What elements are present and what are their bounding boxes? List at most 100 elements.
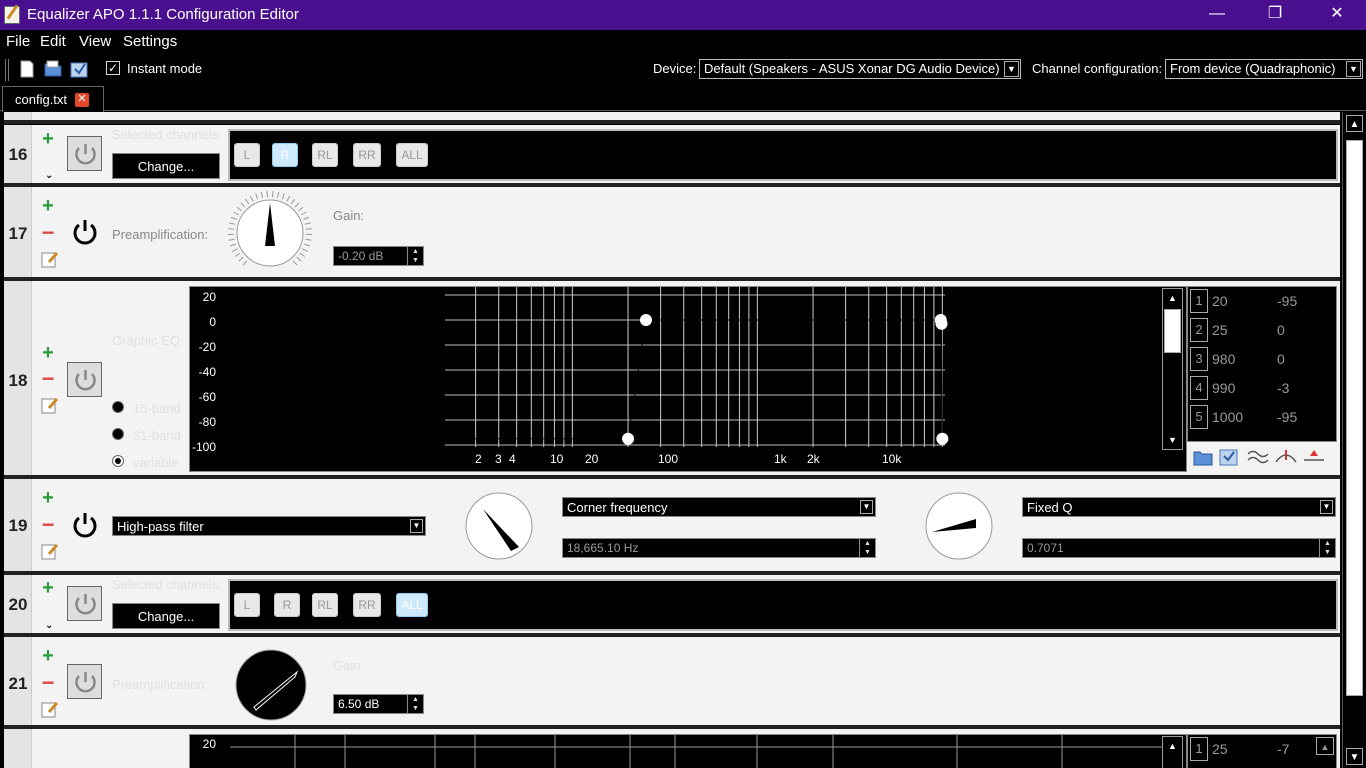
scroll-up-icon[interactable]: ▲ (1164, 290, 1181, 306)
remove-filter-icon[interactable]: − (41, 368, 55, 390)
scroll-down-icon[interactable]: ▼ (1164, 432, 1181, 448)
change-channels-button[interactable]: Change... (112, 153, 220, 179)
channel-button-r[interactable]: R (274, 593, 300, 617)
radio-15-band[interactable] (112, 401, 124, 413)
band-handle[interactable] (639, 314, 652, 326)
edit-notepad-icon[interactable] (41, 542, 59, 560)
menu-file[interactable]: File (6, 33, 30, 50)
menu-edit[interactable]: Edit (40, 33, 66, 50)
scroll-up-icon[interactable]: ▲ (1164, 738, 1181, 754)
tab-close-icon[interactable]: ✕ (75, 93, 89, 107)
q-mode-select[interactable]: Fixed Q ▼ (1022, 497, 1336, 517)
remove-filter-icon[interactable]: − (41, 222, 55, 244)
channel-button-l[interactable]: L (234, 593, 260, 617)
close-button[interactable]: ✕ (1308, 0, 1366, 30)
gain-dial[interactable] (231, 645, 311, 725)
graphic-eq-plot[interactable] (230, 735, 1162, 768)
remove-filter-icon[interactable]: − (41, 672, 55, 694)
band-row[interactable]: 2 25 0 (1190, 316, 1330, 342)
channel-button-rr[interactable]: RR (353, 143, 381, 167)
add-filter-icon[interactable]: + (41, 343, 55, 363)
channel-button-rl[interactable]: RL (312, 593, 338, 617)
new-file-icon[interactable] (18, 60, 36, 78)
add-filter-icon[interactable]: + (41, 646, 55, 666)
add-filter-icon[interactable]: + (41, 488, 55, 508)
scroll-down-icon[interactable]: ▼ (1346, 748, 1363, 765)
channel-button-all[interactable]: ALL (396, 143, 428, 167)
minimize-button[interactable]: — (1188, 0, 1246, 30)
channel-button-r[interactable]: R (272, 143, 298, 167)
add-filter-icon[interactable]: + (41, 578, 55, 598)
device-select[interactable]: Default (Speakers - ASUS Xonar DG Audio … (699, 59, 1021, 79)
eq-plot-scrollbar[interactable]: ▲ ▼ (1162, 288, 1183, 450)
gain-spinbox[interactable]: -0.20 dB ▲ ▼ (333, 246, 424, 266)
filter-type-value: High-pass filter (117, 519, 204, 534)
power-icon[interactable] (70, 510, 100, 540)
power-toggle-button[interactable] (67, 664, 102, 699)
add-filter-icon[interactable]: + (41, 129, 55, 149)
band-row[interactable]: 3 980 0 (1190, 345, 1330, 371)
band-handle[interactable] (622, 432, 635, 445)
menu-settings[interactable]: Settings (123, 33, 177, 50)
spin-arrows-icon[interactable]: ▲ ▼ (407, 247, 423, 265)
band-row[interactable]: 1 20 -95 (1190, 287, 1330, 313)
import-folder-icon[interactable] (1193, 448, 1213, 466)
restore-button[interactable]: ❐ (1246, 0, 1304, 30)
edit-notepad-icon[interactable] (41, 700, 59, 718)
spin-arrows-icon[interactable]: ▲ ▼ (1319, 539, 1335, 557)
change-channels-button[interactable]: Change... (112, 603, 220, 629)
radio-31-band[interactable] (112, 428, 124, 440)
edit-notepad-icon[interactable] (41, 250, 59, 268)
power-toggle-button[interactable] (67, 586, 102, 621)
device-select-value: Default (Speakers - ASUS Xonar DG Audio … (704, 61, 1000, 76)
frequency-spinbox[interactable]: 18,665.10 Hz ▲ ▼ (562, 538, 876, 558)
gain-spinbox[interactable]: 6.50 dB ▲ ▼ (333, 694, 424, 714)
frequency-dial[interactable] (464, 491, 534, 561)
gain-dial[interactable] (226, 189, 314, 277)
reset-response-icon[interactable] (1303, 448, 1325, 466)
chevron-expand-icon[interactable]: ⌄ (45, 620, 53, 631)
band-row[interactable]: 1 25 -7 (1190, 735, 1330, 761)
row-number: 20 (4, 575, 32, 633)
edit-notepad-icon[interactable] (41, 396, 59, 414)
q-spinbox[interactable]: 0.7071 ▲ ▼ (1022, 538, 1336, 558)
power-toggle-button[interactable] (67, 362, 102, 397)
open-folder-icon[interactable] (44, 60, 62, 78)
remove-filter-icon[interactable]: − (41, 514, 55, 536)
power-icon[interactable] (70, 217, 100, 247)
invert-response-icon[interactable] (1247, 448, 1269, 466)
band-row[interactable]: 4 990 -3 (1190, 374, 1330, 400)
band-handle[interactable] (935, 317, 948, 330)
graphic-eq-panel: 20 0 -20 -40 -60 -80 -100 2 3 4 10 20 10… (189, 286, 1187, 472)
scroll-thumb[interactable] (1164, 309, 1181, 353)
scroll-thumb[interactable] (1346, 140, 1363, 696)
graphic-eq-plot[interactable] (230, 287, 1162, 447)
chevron-expand-icon[interactable]: ⌄ (45, 170, 53, 181)
band-handle[interactable] (936, 432, 949, 445)
tab-config-txt[interactable]: config.txt ✕ (2, 86, 104, 112)
device-label: Device: (653, 61, 697, 76)
instant-mode-checkbox[interactable]: ✓ (106, 61, 120, 75)
normalize-icon[interactable] (1275, 448, 1297, 466)
channel-button-rl[interactable]: RL (312, 143, 338, 167)
main-scrollbar[interactable]: ▲ ▼ (1342, 112, 1366, 768)
channel-button-rr[interactable]: RR (353, 593, 381, 617)
spin-arrows-icon[interactable]: ▲ ▼ (859, 539, 875, 557)
channel-config-select[interactable]: From device (Quadraphonic) ▼ (1165, 59, 1363, 79)
menu-view[interactable]: View (79, 33, 111, 50)
radio-variable[interactable] (112, 455, 124, 467)
filter-type-select[interactable]: High-pass filter ▼ (112, 516, 426, 536)
band-row[interactable]: 5 1000 -95 (1190, 403, 1330, 429)
scroll-up-icon[interactable]: ▲ (1316, 737, 1334, 755)
save-as-icon[interactable] (70, 60, 88, 78)
frequency-mode-select[interactable]: Corner frequency ▼ (562, 497, 876, 517)
channel-button-all[interactable]: ALL (396, 593, 428, 617)
export-icon[interactable] (1219, 448, 1239, 466)
q-dial[interactable] (924, 491, 994, 561)
add-filter-icon[interactable]: + (41, 196, 55, 216)
scroll-up-icon[interactable]: ▲ (1346, 115, 1363, 132)
channel-button-l[interactable]: L (234, 143, 260, 167)
eq-plot-scrollbar[interactable]: ▲ (1162, 736, 1183, 768)
spin-arrows-icon[interactable]: ▲ ▼ (407, 695, 423, 713)
power-toggle-button[interactable] (67, 136, 102, 171)
